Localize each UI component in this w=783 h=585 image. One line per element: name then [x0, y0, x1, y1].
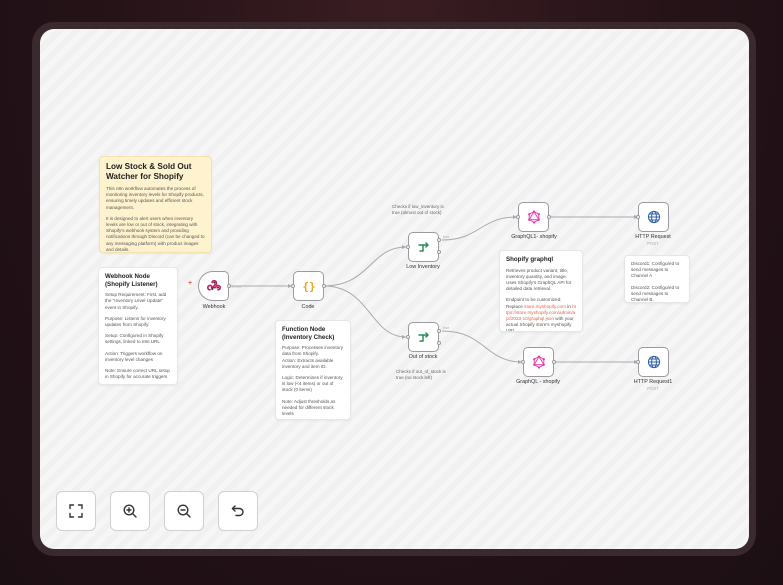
webhook-port-label: POST [232, 285, 243, 289]
overview-text-2: It is designed to alert users when inven… [106, 215, 205, 252]
http-request-node[interactable] [638, 202, 669, 232]
out-of-stock-note: Checks if out_of_stock is true (no stock… [396, 369, 446, 380]
http-request1-input-port[interactable] [636, 360, 640, 364]
graphql-note-endpoint: Endpoint to be customized: Replace store… [506, 297, 576, 332]
store-link[interactable]: store.myshopify.com [524, 304, 566, 309]
http-request1-method: POST [647, 386, 659, 391]
webhook-note-text: Action: Triggers workflow on inventory l… [105, 350, 163, 362]
sticky-note-overview[interactable]: Low Stock & Sold Out Watcher for Shopify… [99, 156, 212, 253]
graphql-icon [532, 355, 545, 369]
low-inventory-false-port[interactable] [437, 250, 441, 254]
out-of-stock-true-port[interactable] [437, 329, 441, 333]
workflow-canvas[interactable]: POST true true Low Stock & Sold Out Watc… [40, 29, 749, 549]
function-note-text: Logic: Determines if inventory is low (<… [282, 375, 343, 393]
svg-text:{}: {} [302, 280, 315, 293]
sticky-note-webhook[interactable]: Webhook Node (Shopify Listener) Setup Re… [98, 267, 178, 385]
http-request-label: HTTP Request [635, 234, 671, 240]
low-inventory-input-port[interactable] [406, 245, 410, 249]
http-request1-label: HTTP Request1 [633, 379, 673, 385]
webhook-note-title: Webhook Node (Shopify Listener) [105, 273, 158, 288]
graphql1-output-port[interactable] [547, 215, 551, 219]
fit-view-icon [69, 504, 83, 518]
undo-button[interactable] [218, 491, 258, 531]
graphql-note-title: Shopify graphql [506, 256, 554, 263]
graphql-icon [527, 210, 540, 224]
code-input-port[interactable] [291, 284, 295, 288]
http-request-input-port[interactable] [636, 215, 640, 219]
overview-title: Low Stock & Sold Out Watcher for Shopify [106, 162, 192, 181]
switch-icon [417, 242, 429, 252]
function-note-title: Function Node (Inventory Check) [282, 326, 335, 341]
http-request-method: POST [647, 241, 659, 246]
zoom-out-button[interactable] [164, 491, 204, 531]
globe-icon [647, 355, 660, 369]
switch-icon [417, 332, 429, 342]
svg-text:true: true [443, 235, 449, 239]
webhook-output-port[interactable] [227, 284, 231, 288]
fit-view-button[interactable] [56, 491, 96, 531]
code-braces-icon: {} [302, 280, 315, 293]
webhook-note-text: Note: Ensure correct URL setup in Shopif… [105, 368, 170, 380]
out-of-stock-node[interactable] [408, 322, 439, 352]
zoom-out-icon [177, 504, 191, 518]
graphql1-label: GraphQL1- shopify [511, 234, 557, 240]
zoom-in-icon [123, 504, 137, 518]
graphql-note-text: Retrieves product variant, title, invent… [506, 267, 572, 292]
graphql2-node[interactable] [523, 347, 554, 377]
graphql2-input-port[interactable] [521, 360, 525, 364]
out-of-stock-input-port[interactable] [406, 335, 410, 339]
zoom-in-button[interactable] [110, 491, 150, 531]
http-request1-node[interactable] [638, 347, 669, 377]
out-of-stock-false-port[interactable] [437, 341, 441, 345]
add-trigger-plus-icon[interactable]: + [188, 280, 192, 287]
sticky-note-graphql[interactable]: Shopify graphql Retrieves product varian… [499, 250, 583, 332]
webhook-note-text: Setup Requirement: First, add the "Inven… [105, 292, 167, 310]
webhook-icon [206, 280, 221, 291]
webhook-note-text: Purpose: Listens for inventory updates f… [105, 315, 166, 327]
undo-icon [231, 505, 244, 517]
graphql2-label: GraphQL - shopify [516, 379, 560, 385]
globe-icon [647, 210, 660, 224]
out-of-stock-label: Out of stock [408, 354, 438, 360]
low-inventory-node[interactable] [408, 232, 439, 262]
low-inventory-true-port[interactable] [437, 238, 441, 242]
webhook-node[interactable] [198, 271, 229, 301]
graphql2-output-port[interactable] [552, 360, 556, 364]
code-node[interactable]: {} [293, 271, 324, 301]
graphql1-input-port[interactable] [516, 215, 520, 219]
low-inventory-label: Low Inventory [406, 264, 440, 270]
webhook-note-text: Setup: Configured in Shopify settings, l… [105, 333, 164, 345]
svg-text:true: true [443, 326, 449, 330]
low-inventory-note: Checks if low_inventory is true (almost … [392, 204, 444, 215]
sticky-note-discord[interactable]: Discord1: Configured to send messages to… [624, 255, 690, 303]
overview-text-1: This n8n workflow automates the process … [106, 186, 204, 210]
code-label: Code [301, 304, 315, 310]
function-note-text: Purpose: Processes inventory data from S… [282, 345, 344, 369]
code-output-port[interactable] [322, 284, 326, 288]
discord-note-text: Discord1: Configured to send messages to… [631, 261, 680, 279]
function-note-text: Note: Adjust thresholds as needed for di… [282, 398, 336, 417]
graphql1-node[interactable] [518, 202, 549, 232]
webhook-label: Webhook [202, 304, 226, 310]
discord-note-text: Discord2: Configured to send messages to… [631, 284, 680, 303]
sticky-note-function[interactable]: Function Node (Inventory Check) Purpose:… [275, 320, 351, 420]
